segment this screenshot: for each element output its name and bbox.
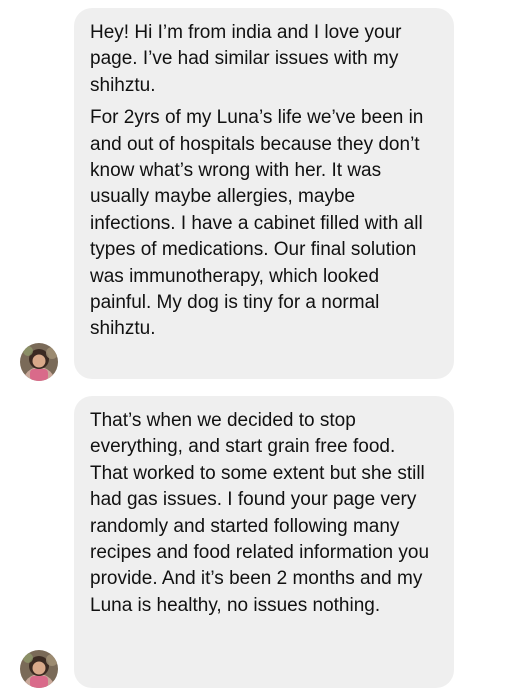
message-bubble[interactable]: That’s when we decided to stop everythin… (74, 396, 454, 688)
message-text: Hey! Hi I’m from india and I love your p… (90, 22, 402, 96)
sender-avatar[interactable] (20, 343, 58, 381)
message-thread: Hey! Hi I’m from india and I love your p… (0, 0, 510, 695)
avatar-photo (20, 343, 58, 381)
avatar-photo (20, 650, 58, 688)
message-text: That’s when we decided to stop everythin… (90, 410, 430, 616)
message-bubble[interactable]: Hey! Hi I’m from india and I love your p… (74, 8, 454, 379)
sender-avatar[interactable] (20, 650, 58, 688)
message-text: For 2yrs of my Luna’s life we’ve been in… (90, 107, 424, 340)
